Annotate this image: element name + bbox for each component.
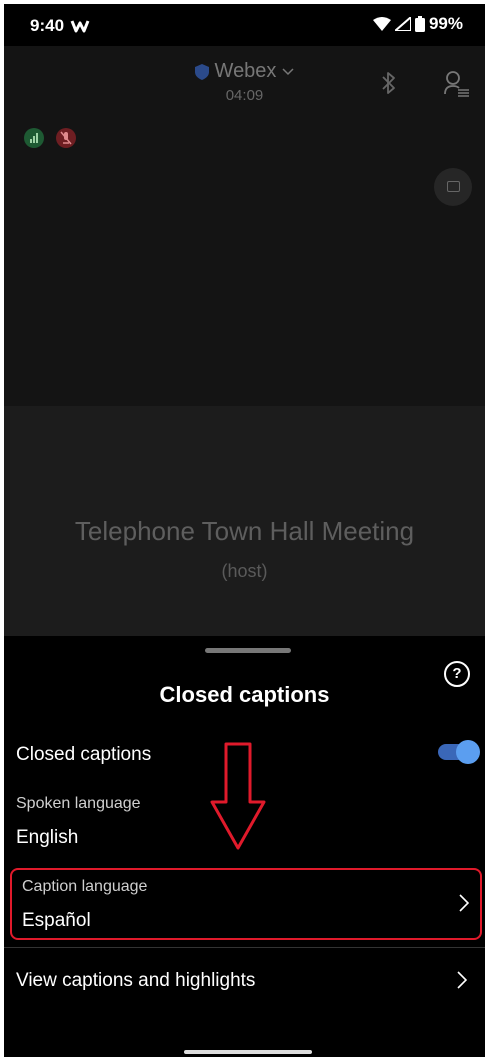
meeting-app-name: Webex	[214, 60, 277, 82]
self-view-icon	[447, 181, 460, 192]
cellular-icon	[394, 17, 411, 31]
chevron-down-icon	[282, 67, 294, 75]
spoken-language-value[interactable]: English	[16, 827, 78, 849]
bluetooth-icon[interactable]	[380, 70, 398, 101]
self-view-button[interactable]	[434, 168, 472, 206]
webex-notification-icon	[70, 19, 90, 38]
battery-icon	[414, 16, 425, 32]
sheet-drag-handle[interactable]	[205, 648, 291, 653]
closed-captions-sheet: ? Closed captions Closed captions Spoken…	[4, 636, 485, 1057]
phone-screen: 9:40 99% Webex 04:09 Telephone Town Hall…	[4, 4, 485, 1057]
chevron-right-icon	[459, 894, 469, 912]
view-captions-row[interactable]: View captions and highlights	[16, 970, 255, 992]
caption-language-row[interactable]: Caption language Español	[10, 868, 482, 940]
muted-microphone-icon	[56, 128, 76, 148]
meeting-timer: 04:09	[225, 86, 264, 104]
chevron-right-icon[interactable]	[457, 971, 467, 989]
wifi-icon	[372, 17, 391, 31]
closed-captions-toggle[interactable]	[438, 740, 480, 764]
meeting-stage: Telephone Town Hall Meeting (host)	[4, 406, 485, 636]
annotation-arrow-icon	[210, 742, 266, 850]
meeting-title: Telephone Town Hall Meeting	[74, 516, 415, 546]
meeting-header[interactable]: Webex 04:09	[4, 60, 485, 104]
status-right: 99%	[372, 14, 463, 34]
caption-language-label: Caption language	[22, 878, 148, 895]
host-label: (host)	[221, 561, 268, 581]
closed-captions-label: Closed captions	[16, 744, 152, 765]
sheet-title: Closed captions	[159, 682, 330, 707]
caption-language-value: Español	[22, 910, 91, 931]
divider	[4, 947, 485, 948]
home-indicator[interactable]	[184, 1050, 312, 1054]
status-bar: 9:40 99%	[4, 4, 485, 46]
participants-icon[interactable]	[444, 70, 470, 103]
toggle-knob	[456, 740, 480, 764]
shield-icon	[194, 63, 209, 80]
signal-strength-icon	[24, 128, 44, 148]
status-time: 9:40	[30, 16, 65, 35]
meeting-view: Webex 04:09	[4, 46, 485, 406]
spoken-language-label: Spoken language	[16, 795, 141, 812]
battery-percent: 99%	[428, 14, 463, 33]
